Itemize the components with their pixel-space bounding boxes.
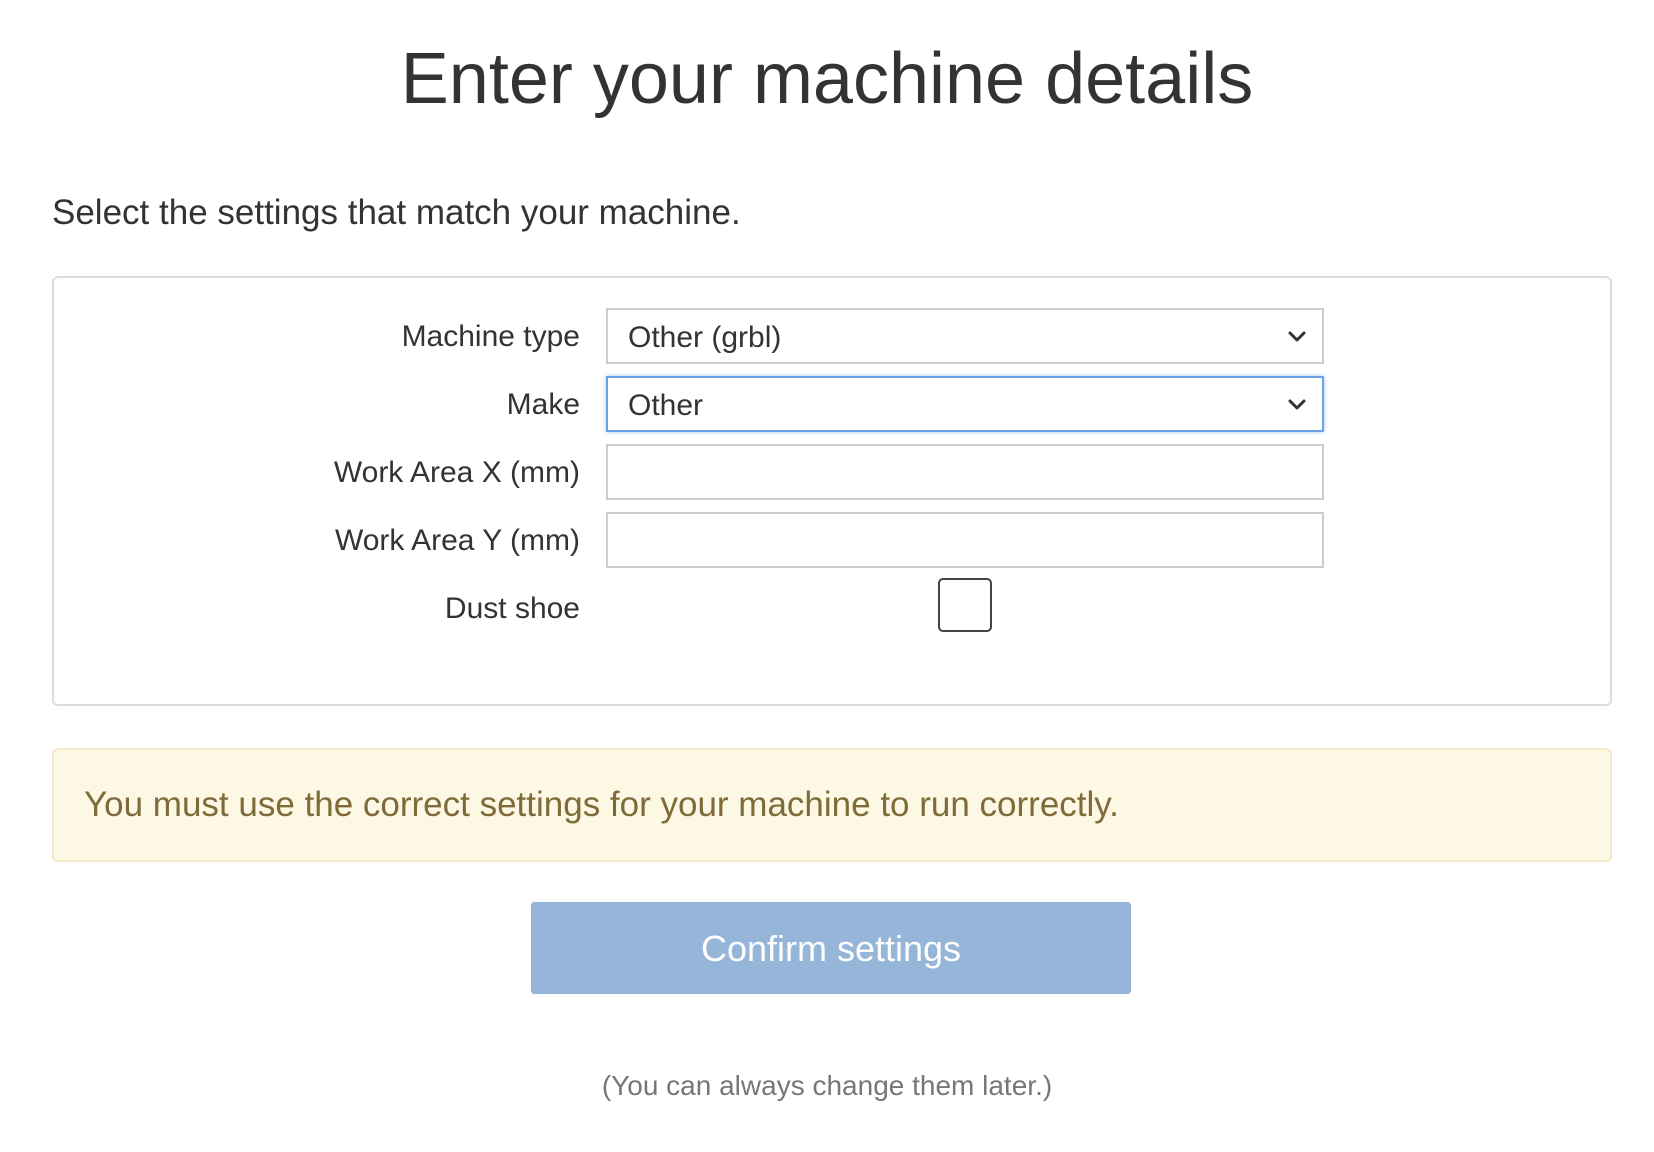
work-area-x-row: Work Area X (mm)	[54, 444, 1610, 502]
make-value: Other	[628, 389, 704, 422]
warning-alert: You must use the correct settings for yo…	[52, 748, 1612, 862]
dust-shoe-row: Dust shoe	[54, 578, 1610, 638]
confirm-settings-button[interactable]: Confirm settings	[531, 902, 1131, 994]
chevron-down-icon	[1288, 399, 1306, 410]
machine-type-row: Machine type Other (grbl)	[54, 308, 1610, 366]
make-row: Make Other	[54, 376, 1610, 434]
machine-type-label: Machine type	[401, 320, 580, 353]
page-title: Enter your machine details	[400, 39, 1254, 119]
make-label: Make	[506, 388, 580, 421]
dust-shoe-label: Dust shoe	[444, 592, 580, 625]
chevron-down-icon	[1288, 331, 1306, 342]
dust-shoe-checkbox[interactable]	[938, 578, 992, 632]
machine-details-page: Enter your machine details Select the se…	[0, 0, 1654, 1152]
work-area-x-label: Work Area X (mm)	[333, 456, 580, 489]
page-subtitle: Select the settings that match your mach…	[52, 193, 741, 232]
work-area-y-label: Work Area Y (mm)	[334, 524, 580, 557]
work-area-x-input[interactable]	[606, 444, 1324, 500]
change-later-note: (You can always change them later.)	[601, 1070, 1053, 1101]
work-area-y-row: Work Area Y (mm)	[54, 512, 1610, 570]
settings-panel: Machine type Other (grbl) Make Other Wor…	[52, 276, 1612, 706]
work-area-y-input[interactable]	[606, 512, 1324, 568]
make-select[interactable]: Other	[606, 376, 1324, 432]
warning-text: You must use the correct settings for yo…	[84, 785, 1119, 824]
machine-type-value: Other (grbl)	[628, 321, 782, 354]
machine-type-select[interactable]: Other (grbl)	[606, 308, 1324, 364]
